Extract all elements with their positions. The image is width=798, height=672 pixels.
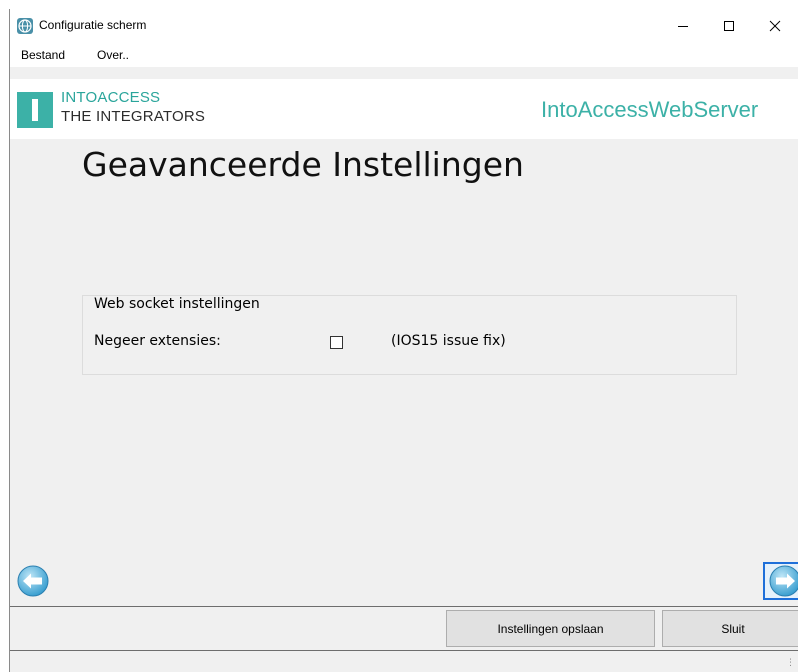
- close-icon: [769, 20, 781, 32]
- close-button[interactable]: Sluit: [662, 610, 798, 647]
- title-bar[interactable]: Configuratie scherm: [10, 9, 798, 43]
- brand-header: INTOACCESS THE INTEGRATORS IntoAccessWeb…: [10, 79, 798, 139]
- ios15-fix-hint: (IOS15 issue fix): [391, 333, 506, 349]
- intoaccess-logo: [17, 92, 53, 128]
- websocket-group-legend: Web socket instellingen: [90, 296, 264, 312]
- menu-item-bestand[interactable]: Bestand: [21, 48, 65, 62]
- menu-bar: Bestand Over..: [10, 43, 798, 67]
- resize-grip-icon[interactable]: ⋮: [786, 657, 795, 668]
- logo-text-intoaccess: INTOACCESS: [61, 89, 161, 106]
- window-title: Configuratie scherm: [39, 18, 147, 32]
- config-window: Configuratie scherm Bestand Over.. INTOA…: [9, 9, 798, 672]
- close-window-button[interactable]: [752, 9, 798, 43]
- globe-icon: [17, 18, 33, 34]
- next-button[interactable]: [763, 562, 798, 600]
- back-button[interactable]: [14, 562, 52, 600]
- app-name: IntoAccessWebServer: [541, 97, 759, 122]
- minimize-icon: [678, 26, 688, 27]
- ignore-extensions-checkbox[interactable]: [330, 336, 343, 349]
- menu-item-over[interactable]: Over..: [97, 48, 129, 62]
- logo-text-integrators: THE INTEGRATORS: [61, 108, 206, 125]
- button-bar: Instellingen opslaan Sluit: [10, 606, 798, 651]
- arrow-right-circle-icon: [769, 565, 798, 597]
- page-title: Geavanceerde Instellingen: [82, 145, 524, 184]
- maximize-button[interactable]: [706, 9, 752, 43]
- arrow-left-circle-icon: [17, 565, 49, 597]
- minimize-button[interactable]: [660, 9, 706, 43]
- save-settings-button[interactable]: Instellingen opslaan: [446, 610, 655, 647]
- maximize-icon: [724, 21, 734, 31]
- ignore-extensions-label: Negeer extensies:: [94, 333, 221, 349]
- status-bar: ⋮: [10, 651, 798, 672]
